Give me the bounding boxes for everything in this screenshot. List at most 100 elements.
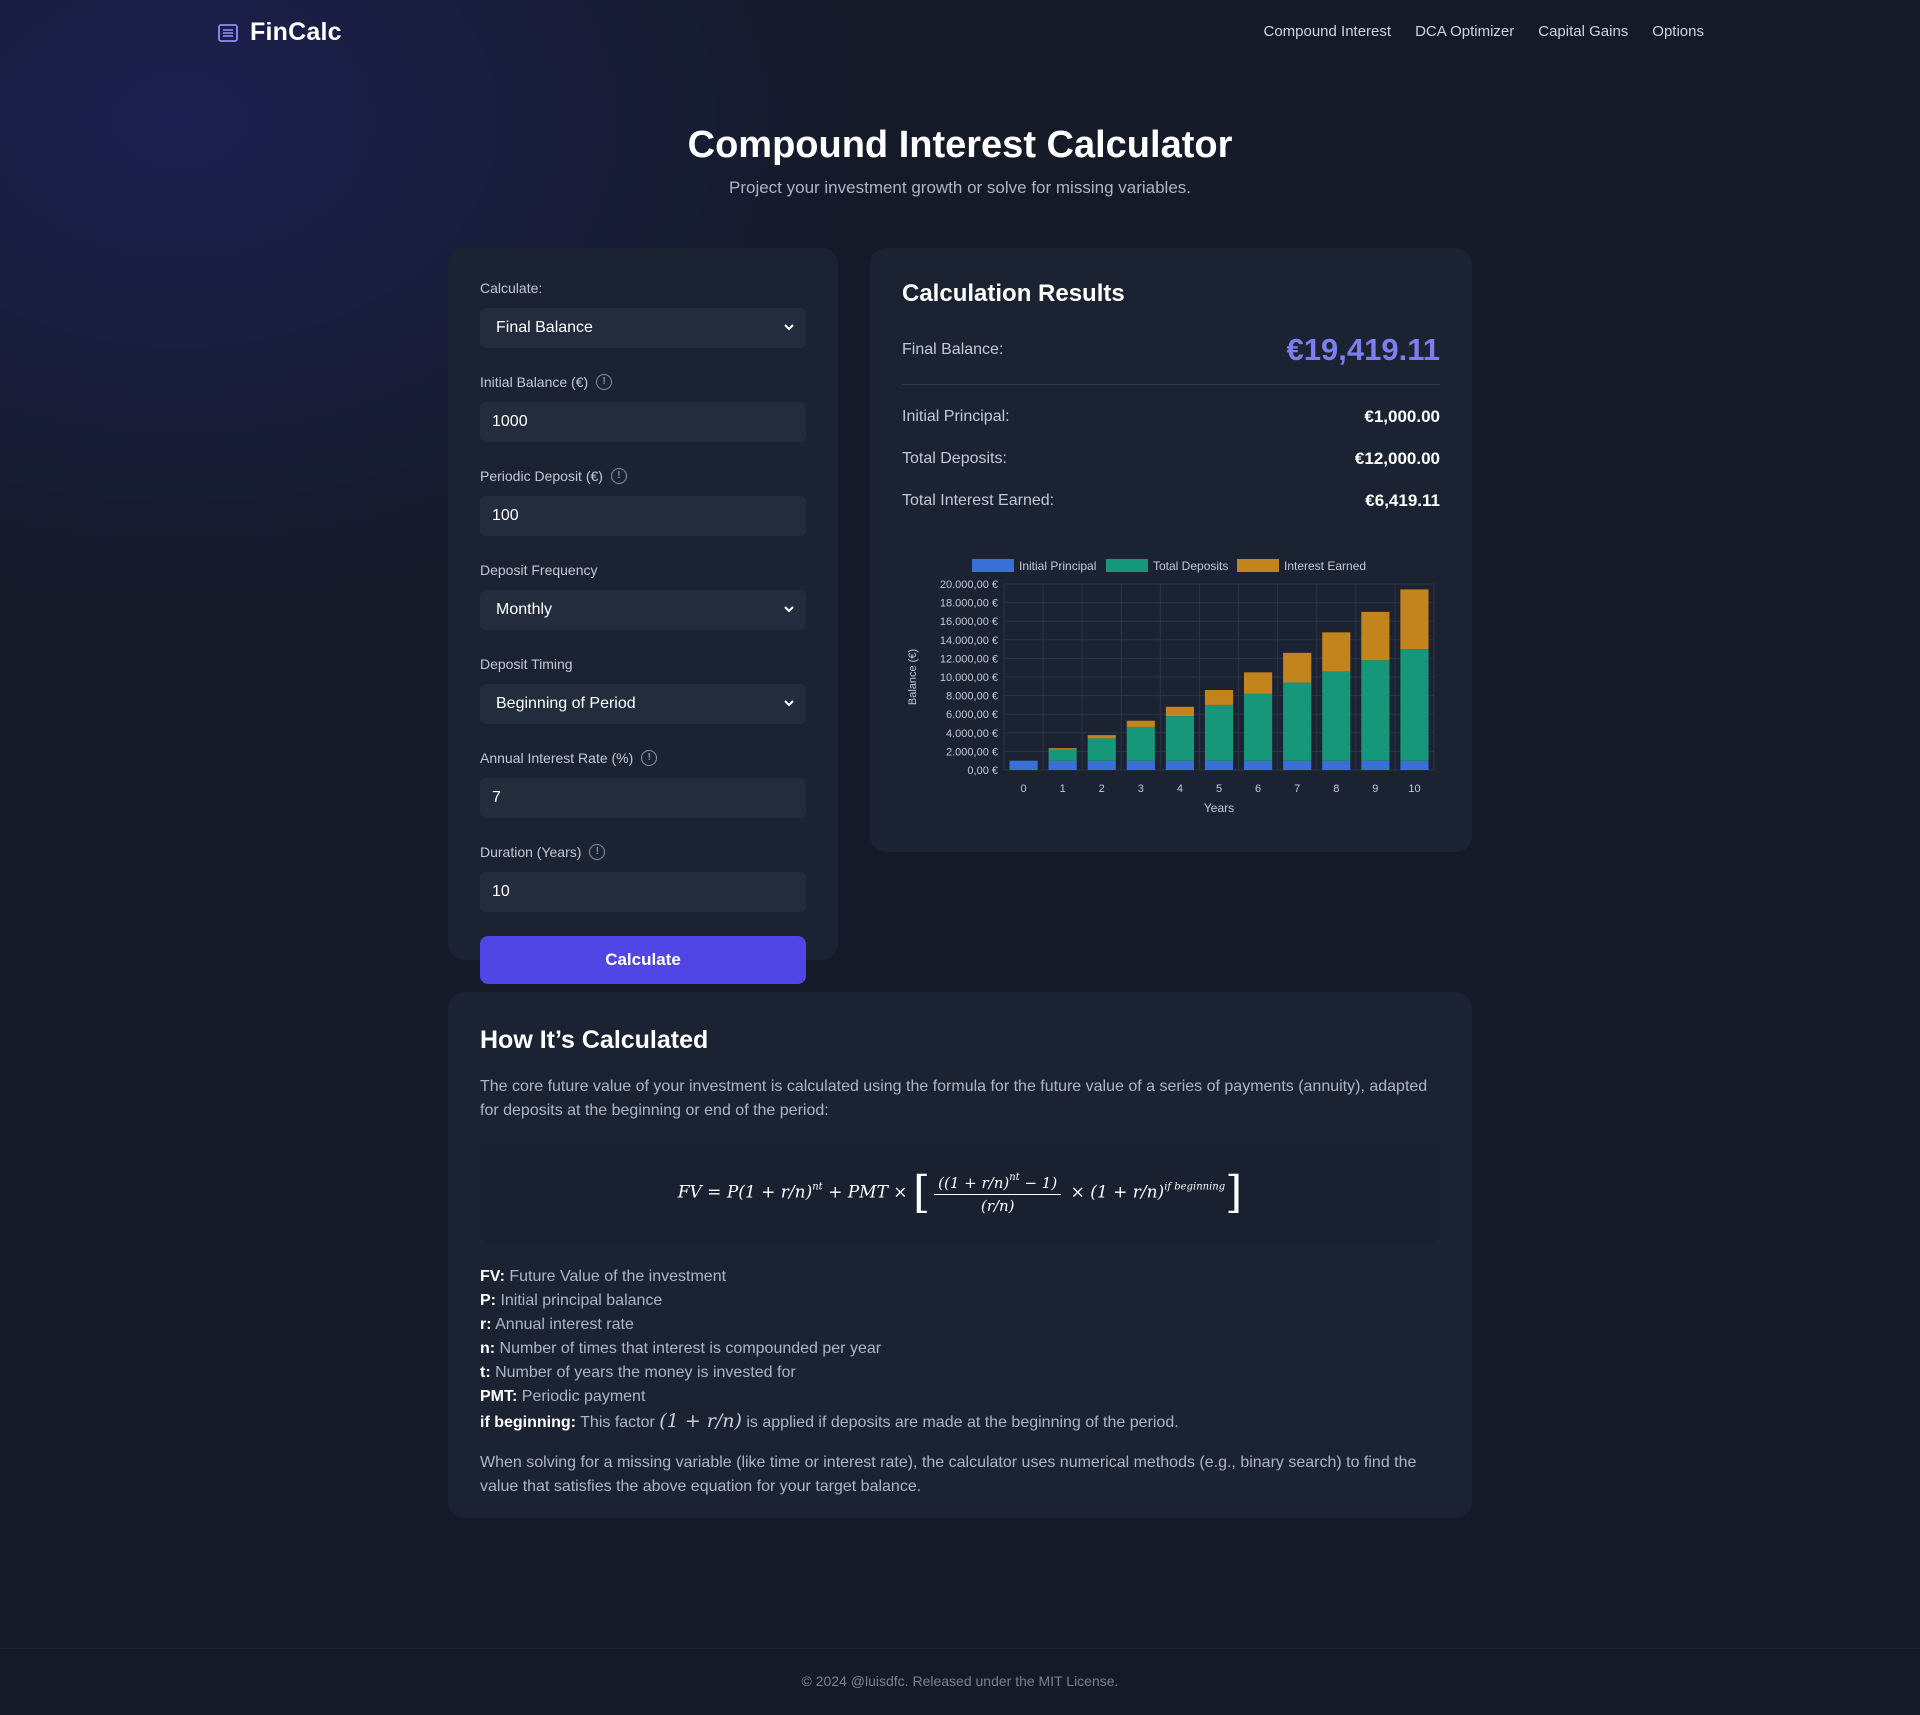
def-pmt: PMT: Periodic payment	[480, 1388, 646, 1405]
final-balance-value: €19,419.11	[1286, 332, 1440, 367]
def-if-beginning: if beginning: This factor (1 + r/n) is a…	[480, 1410, 1179, 1432]
x-tick-label: 3	[1138, 783, 1144, 795]
periodic-deposit-field: Periodic Deposit (€) ! 100	[480, 466, 806, 536]
periodic-deposit-input[interactable]: 100	[480, 496, 806, 536]
formula-bracket-open: [	[912, 1167, 931, 1218]
bar-segment	[1087, 760, 1116, 770]
bar-segment	[1126, 760, 1155, 770]
duration-input[interactable]: 10	[480, 872, 806, 912]
periodic-deposit-label: Periodic Deposit (€)	[480, 468, 603, 484]
explanation-intro: The core future value of your investment…	[480, 1078, 1428, 1119]
nav-capital-gains[interactable]: Capital Gains	[1538, 23, 1628, 40]
initial-balance-field: Initial Balance (€) ! 1000	[480, 372, 806, 442]
info-icon[interactable]: !	[641, 750, 658, 766]
x-axis-label: Years	[1204, 801, 1234, 815]
bar-segment	[1400, 760, 1429, 770]
total-interest-label: Total Interest Earned:	[902, 492, 1055, 509]
nav-options[interactable]: Options	[1652, 23, 1704, 40]
bar-segment	[1087, 735, 1116, 739]
bar-segment	[1165, 706, 1194, 717]
bar-segment	[1244, 693, 1273, 761]
x-tick-label: 4	[1177, 783, 1183, 795]
x-tick-label: 2	[1099, 783, 1105, 795]
bar-segment	[1283, 652, 1312, 683]
x-tick-label: 7	[1294, 783, 1300, 795]
page-subtitle: Project your investment growth or solve …	[728, 178, 1191, 197]
bar-segment	[1048, 749, 1077, 761]
formula-num-exp: nt	[1009, 1171, 1020, 1183]
explanation-card: How It’s Calculated The core future valu…	[448, 992, 1472, 1518]
chevron-down-icon	[784, 606, 794, 613]
bar-segment	[1322, 760, 1351, 770]
interest-rate-input[interactable]: 7	[480, 778, 806, 818]
initial-balance-label: Initial Balance (€)	[480, 374, 589, 390]
chevron-down-icon	[784, 324, 794, 331]
y-tick-label: 0,00 €	[967, 765, 998, 777]
bar-segment	[1283, 682, 1312, 761]
formula-box: FV = P(1 + r/n)nt + PMT × [((1 + r/n)nt …	[480, 1141, 1440, 1245]
legend-label: Interest Earned	[1284, 559, 1366, 573]
bar-segment	[1087, 738, 1116, 761]
interest-rate-field: Annual Interest Rate (%) ! 7	[480, 748, 806, 818]
initial-principal-label: Initial Principal:	[902, 408, 1010, 425]
info-icon[interactable]: !	[596, 374, 613, 390]
calculate-select-value: Final Balance	[496, 319, 593, 336]
x-tick-label: 9	[1372, 783, 1378, 795]
deposit-timing-field: Deposit Timing Beginning of Period	[480, 654, 806, 724]
x-tick-label: 10	[1408, 783, 1420, 795]
brand[interactable]: FinCalc	[216, 18, 342, 47]
bar-segment	[1126, 720, 1155, 728]
results-title: Calculation Results	[902, 280, 1125, 307]
y-tick-label: 12.000,00 €	[940, 653, 998, 665]
deposit-timing-label: Deposit Timing	[480, 656, 573, 672]
initial-principal-value: €1,000.00	[1364, 407, 1440, 426]
x-tick-label: 8	[1333, 783, 1339, 795]
calculate-button[interactable]: Calculate	[480, 936, 806, 984]
interest-rate-label: Annual Interest Rate (%)	[480, 750, 634, 766]
formula-lhs: FV = P(1 + r/n)	[677, 1182, 813, 1203]
calculate-field: Calculate: Final Balance	[480, 278, 806, 348]
formula-tail: × (1 + r/n)	[1065, 1182, 1165, 1203]
def-fv: FV: Future Value of the investment	[480, 1268, 727, 1285]
total-deposits-label: Total Deposits:	[902, 450, 1007, 467]
formula-bracket-close: ]	[1225, 1167, 1243, 1218]
formula-exp: nt	[812, 1181, 823, 1193]
bar-segment	[1322, 632, 1351, 672]
beginning-factor: (1 + r/n)	[659, 1410, 742, 1432]
explanation-outro: When solving for a missing variable (lik…	[480, 1454, 1417, 1495]
page-title: Compound Interest Calculator	[687, 124, 1233, 166]
bar-segment	[1048, 760, 1077, 770]
calculator-form: Calculate: Final Balance Initial Balance…	[448, 248, 838, 984]
bar-segment	[1400, 589, 1429, 650]
bar-segment	[1361, 611, 1390, 661]
total-interest-row: Total Interest Earned: €6,419.11	[902, 491, 1440, 511]
def-p: P: Initial principal balance	[480, 1292, 663, 1309]
deposit-timing-value: Beginning of Period	[496, 695, 636, 712]
bar-segment	[1009, 760, 1038, 770]
formula-fraction: ((1 + r/n)nt − 1) (r/n)	[934, 1171, 1062, 1215]
y-tick-label: 10.000,00 €	[940, 672, 998, 684]
bar-segment	[1165, 760, 1194, 770]
legend-swatch	[972, 559, 1014, 572]
nav-dca-optimizer[interactable]: DCA Optimizer	[1415, 23, 1514, 40]
nav-compound-interest[interactable]: Compound Interest	[1263, 23, 1391, 40]
bar-segment	[1244, 760, 1273, 770]
formula-denominator: (r/n)	[980, 1196, 1015, 1215]
x-tick-label: 0	[1020, 783, 1026, 795]
bar-segment	[1400, 649, 1429, 761]
initial-principal-row: Initial Principal: €1,000.00	[902, 407, 1440, 427]
def-t: t: Number of years the money is invested…	[480, 1364, 796, 1381]
balance-chart: 0,00 € 2.000,00 € 4.000,00 € 6.000,00 € 8.00…	[907, 559, 1435, 815]
info-icon[interactable]: !	[610, 468, 627, 484]
info-icon[interactable]: !	[589, 844, 606, 860]
total-interest-value: €6,419.11	[1365, 491, 1440, 510]
duration-field: Duration (Years) ! 10	[480, 842, 806, 912]
calculate-select[interactable]: Final Balance	[480, 308, 806, 348]
deposit-frequency-select[interactable]: Monthly	[480, 590, 806, 630]
bar-segment	[1126, 727, 1155, 761]
deposit-timing-select[interactable]: Beginning of Period	[480, 684, 806, 724]
bar-segment	[1204, 690, 1234, 705]
initial-balance-input[interactable]: 1000	[480, 402, 806, 442]
duration-label: Duration (Years)	[480, 844, 582, 860]
x-tick-label: 5	[1216, 783, 1222, 795]
